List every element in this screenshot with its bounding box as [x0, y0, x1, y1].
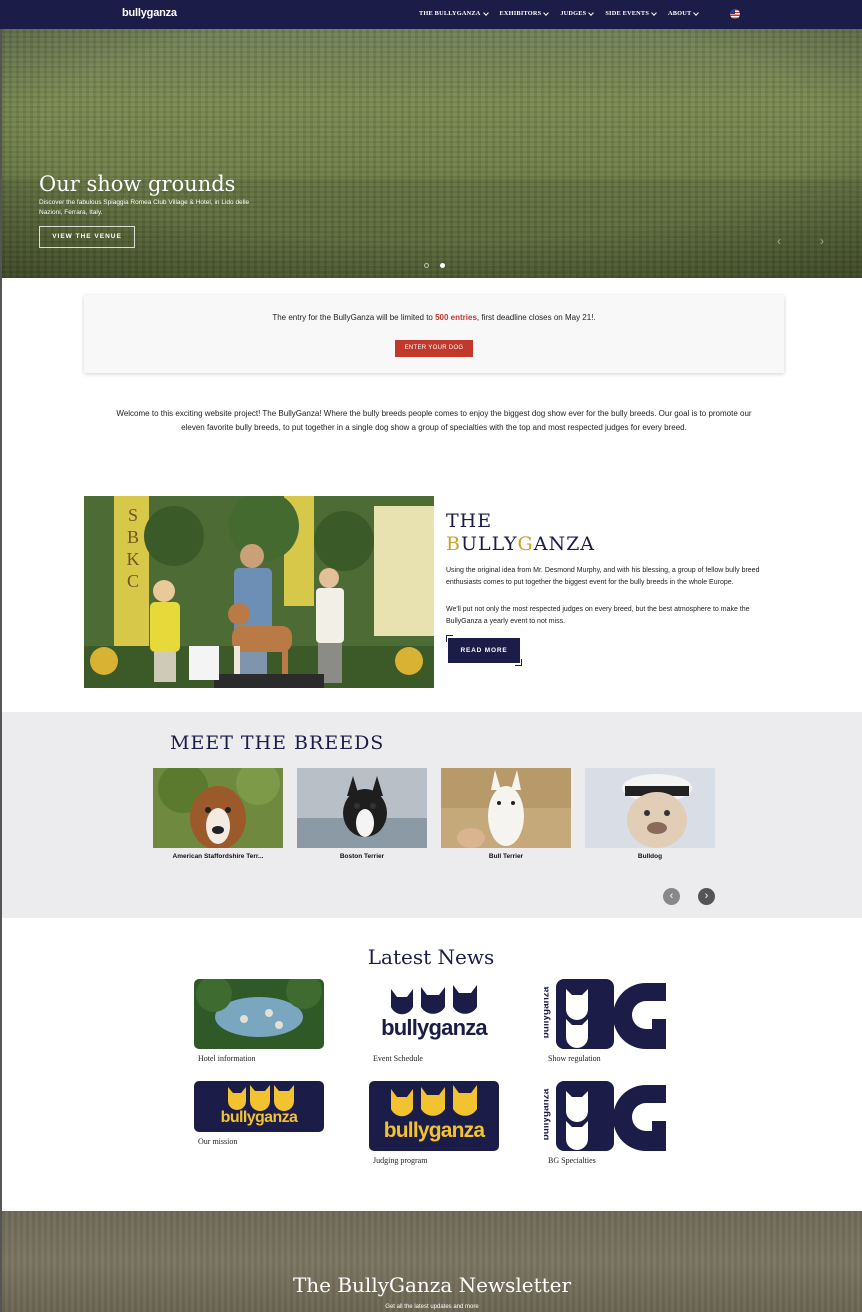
menu-label: THE BULLYGANZA: [419, 10, 481, 17]
show-winner-photo: SBKC: [84, 496, 434, 688]
entry-notice-text: The entry for the BullyGanza will be lim…: [84, 313, 784, 322]
menu-label: EXHIBITORS: [499, 10, 542, 17]
slide-dot-1[interactable]: [424, 263, 429, 268]
news-image: bullyganza: [194, 1081, 324, 1132]
title-part-ully: ULLY: [460, 533, 518, 555]
slide-dot-2[interactable]: [440, 263, 445, 268]
about-paragraph-2: We'll put not only the most respected ju…: [446, 606, 750, 625]
chevron-right-icon[interactable]: ›: [820, 234, 834, 248]
welcome-text: Welcome to this exciting website project…: [116, 409, 752, 432]
menu-side-events[interactable]: SIDE EVENTS: [605, 9, 657, 17]
news-caption: Hotel information: [198, 1054, 256, 1063]
news-card[interactable]: bullyganza Show regulation: [544, 979, 674, 1063]
breed-card[interactable]: Bull Terrier: [441, 768, 571, 860]
hero-title: Our show grounds: [39, 172, 236, 196]
breed-card[interactable]: Bulldog: [585, 768, 715, 860]
chevron-down-icon: [588, 9, 595, 16]
title-part-anza: ANZA: [533, 533, 596, 555]
title-letter-g: G: [517, 533, 534, 555]
newsletter-title: The BullyGanza Newsletter: [292, 1273, 572, 1297]
about-paragraph-1: Using the original idea from Mr. Desmond…: [446, 567, 760, 586]
breed-name: Bull Terrier: [488, 853, 524, 860]
breed-name: Bulldog: [637, 853, 663, 860]
breed-image: [585, 768, 715, 848]
about-title-line1: THE: [446, 510, 493, 532]
news-card[interactable]: bullyganza Event Schedule: [369, 979, 499, 1063]
chevron-down-icon: [651, 9, 657, 16]
chevron-down-icon: [693, 9, 700, 16]
news-caption: Event Schedule: [373, 1054, 423, 1063]
menu-judges[interactable]: JUDGES: [560, 9, 595, 17]
menu-the-bullyganza[interactable]: THE BULLYGANZA: [419, 9, 489, 17]
entry-text-before: The entry for the BullyGanza will be lim…: [272, 313, 436, 322]
breed-image: [297, 768, 427, 848]
breed-image: [153, 768, 283, 848]
latest-news-title: Latest News: [367, 945, 495, 969]
news-logo-text: bullyganza: [383, 1119, 485, 1142]
newsletter-subtitle: Get all the latest updates and more: [385, 1304, 479, 1310]
news-image: bullyganza: [369, 979, 499, 1049]
news-image: bullyganza: [544, 1081, 674, 1151]
news-image: [194, 979, 324, 1049]
news-logo-text: bullyganza: [220, 1109, 298, 1126]
hero-subtitle: Discover the fabulous Spiaggia Romea Clu…: [39, 199, 250, 216]
menu-label: JUDGES: [560, 10, 587, 17]
newsletter-section: The BullyGanza Newsletter Get all the la…: [2, 1211, 862, 1312]
main-menu: THE BULLYGANZA EXHIBITORS JUDGES SIDE EV…: [419, 9, 710, 17]
menu-about[interactable]: ABOUT: [668, 9, 700, 17]
enter-your-dog-button[interactable]: ENTER YOUR DOG: [395, 340, 473, 357]
breed-name: Boston Terrier: [339, 853, 385, 860]
breed-name: American Staffordshire Terr...: [172, 853, 264, 860]
news-caption: Judging program: [373, 1156, 428, 1165]
news-caption: Our mission: [198, 1137, 238, 1146]
view-venue-button[interactable]: VIEW THE VENUE: [39, 226, 135, 248]
news-logo-text: bullyganza: [381, 1015, 487, 1040]
entry-notice-box: The entry for the BullyGanza will be lim…: [84, 295, 784, 373]
menu-label: ABOUT: [668, 10, 692, 17]
chevron-left-icon[interactable]: ‹: [777, 234, 791, 248]
news-logo-text: bullyganza: [544, 986, 552, 1039]
breed-card[interactable]: American Staffordshire Terr...: [153, 768, 283, 860]
photo-sign-text: SBKC: [126, 505, 140, 591]
news-logo-text: bullyganza: [544, 1088, 552, 1141]
us-flag-icon[interactable]: [730, 9, 740, 19]
news-card[interactable]: bullyganza BG Specialties: [544, 1081, 674, 1165]
chevron-left-icon[interactable]: ‹: [663, 888, 680, 905]
read-more-button[interactable]: READ MORE: [448, 638, 520, 663]
entry-limit-highlight: 500 entries: [435, 313, 477, 322]
chevron-down-icon: [543, 9, 550, 16]
news-card[interactable]: bullyganza Our mission: [194, 1081, 324, 1146]
menu-exhibitors[interactable]: EXHIBITORS: [499, 9, 550, 17]
breed-card[interactable]: Boston Terrier: [297, 768, 427, 860]
hero-slider: Our show grounds Discover the fabulous S…: [2, 29, 862, 278]
entry-text-after: , first deadline closes on May 21!.: [476, 313, 596, 322]
news-caption: BG Specialties: [548, 1156, 596, 1165]
about-title-line2: BULLYGANZA: [446, 533, 595, 555]
site-logo[interactable]: bullyganza: [122, 7, 177, 19]
chevron-right-icon[interactable]: ›: [698, 888, 715, 905]
news-card[interactable]: Hotel information: [194, 979, 324, 1063]
breed-image: [441, 768, 571, 848]
chevron-down-icon: [482, 9, 489, 16]
breeds-section: MEET THE BREEDS American Staffordshire T…: [2, 712, 862, 918]
news-card[interactable]: bullyganza Judging program: [369, 1081, 499, 1165]
menu-label: SIDE EVENTS: [605, 10, 650, 17]
news-caption: Show regulation: [548, 1054, 601, 1063]
news-image: bullyganza: [544, 979, 674, 1049]
top-navbar: bullyganza THE BULLYGANZA EXHIBITORS JUD…: [0, 0, 862, 29]
title-letter-b: B: [446, 533, 461, 555]
breeds-title: MEET THE BREEDS: [170, 732, 385, 754]
news-image: bullyganza: [369, 1081, 499, 1151]
